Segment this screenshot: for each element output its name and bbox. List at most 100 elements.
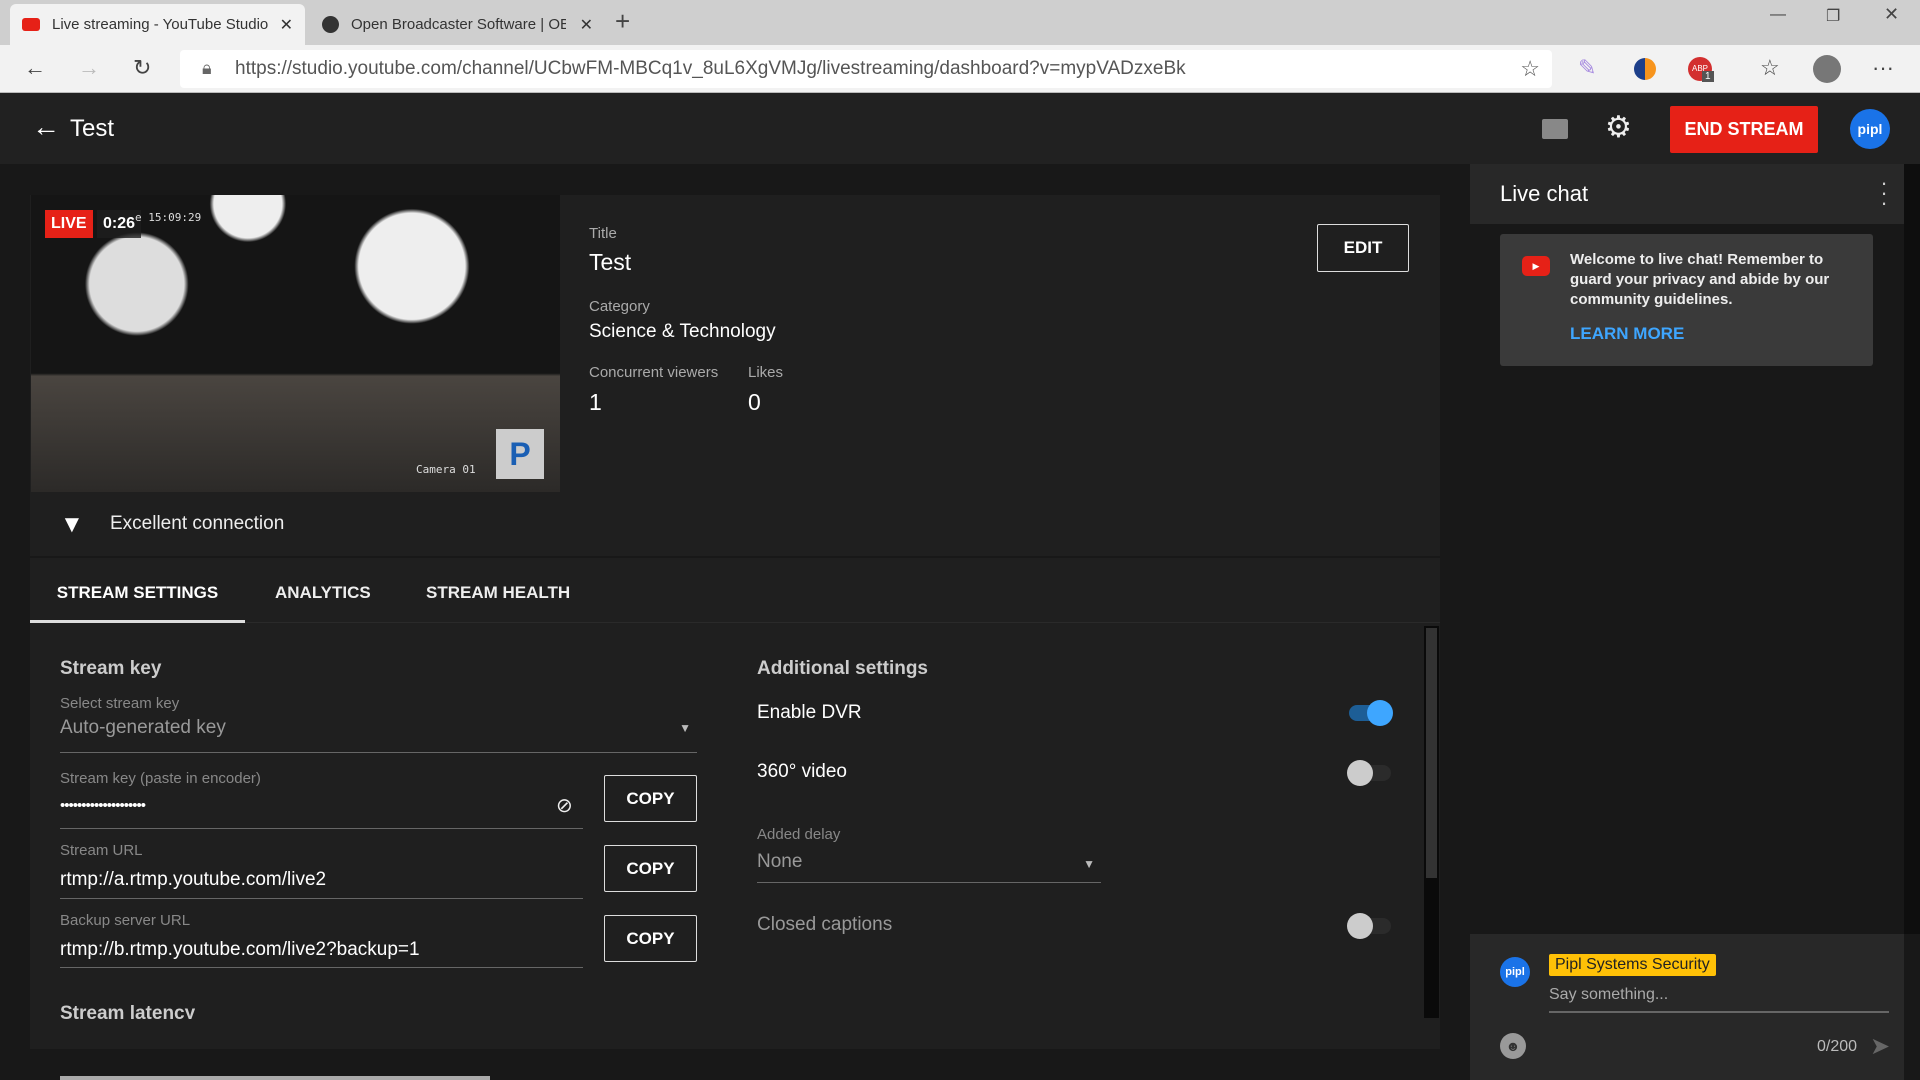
forward-icon[interactable]: → bbox=[78, 55, 100, 81]
stream-key-select[interactable]: Select stream key Auto-generated key ▼ bbox=[60, 695, 697, 753]
url-text: https://studio.youtube.com/channel/UCbwF… bbox=[235, 58, 1186, 79]
chat-title: Live chat bbox=[1500, 181, 1589, 206]
tab-stream-settings[interactable]: STREAM SETTINGS bbox=[30, 565, 245, 623]
emoji-icon[interactable]: ☻ bbox=[1500, 1033, 1526, 1059]
stream-key-field[interactable]: •••••••••••••••••••• bbox=[60, 797, 146, 814]
close-tab-icon[interactable]: ✕ bbox=[580, 15, 593, 35]
video-preview[interactable]: LIVE 0:26 e 15:09:29 Camera 01 P bbox=[31, 195, 560, 492]
welcome-text: Welcome to live chat! Remember to guard … bbox=[1570, 251, 1830, 308]
likes-label: Likes bbox=[748, 364, 784, 381]
account-avatar[interactable]: pipl bbox=[1850, 109, 1890, 149]
chat-message-input[interactable]: Say something... bbox=[1549, 986, 1668, 1004]
dvr-label: Enable DVR bbox=[757, 702, 862, 723]
watermark-logo-icon: P bbox=[496, 429, 544, 479]
stream-url-label: Stream URL bbox=[60, 842, 143, 859]
minimize-icon[interactable]: — bbox=[1770, 6, 1786, 24]
favorites-icon[interactable]: ☆ bbox=[1760, 55, 1780, 81]
close-window-icon[interactable]: ✕ bbox=[1884, 4, 1899, 25]
edit-button[interactable]: EDIT bbox=[1317, 224, 1409, 272]
author-badge: Pipl Systems Security bbox=[1549, 954, 1716, 976]
select-value: Auto-generated key bbox=[60, 717, 226, 738]
back-icon[interactable]: ← bbox=[24, 55, 46, 81]
more-vert-icon[interactable]: · · · bbox=[1880, 172, 1888, 214]
copy-stream-url-button[interactable]: COPY bbox=[604, 845, 697, 892]
profile-avatar[interactable] bbox=[1813, 55, 1841, 83]
copy-stream-key-button[interactable]: COPY bbox=[604, 775, 697, 822]
youtube-icon: ▶ bbox=[1522, 256, 1550, 276]
obs-icon bbox=[322, 16, 339, 33]
live-chat-panel: Live chat · · · ▶ Welcome to live chat! Re… bbox=[1470, 164, 1904, 1080]
chat-input-area: pipl Pipl Systems Security Say something… bbox=[1470, 934, 1904, 1080]
stream-key-label: Stream key (paste in encoder) bbox=[60, 770, 261, 787]
chat-header: Live chat · · · bbox=[1470, 164, 1904, 224]
visibility-off-icon[interactable]: ⊘ bbox=[556, 793, 573, 818]
captions-label: Closed captions bbox=[757, 914, 893, 935]
send-icon[interactable]: ➤ bbox=[1870, 1032, 1890, 1061]
backup-url-field[interactable]: rtmp://b.rtmp.youtube.com/live2?backup=1 bbox=[60, 939, 420, 961]
tab-stream-health[interactable]: STREAM HEALTH bbox=[426, 565, 570, 623]
dvr-toggle[interactable] bbox=[1347, 700, 1393, 726]
delay-select[interactable]: None ▼ bbox=[757, 847, 1101, 883]
delay-label: Added delay bbox=[757, 826, 841, 843]
char-counter: 0/200 bbox=[1817, 1038, 1858, 1055]
tab-label: Live streaming - YouTube Studio bbox=[52, 16, 269, 33]
viewers-label: Concurrent viewers bbox=[589, 364, 719, 381]
tab-obs[interactable]: Open Broadcaster Software | OBS ✕ bbox=[310, 4, 605, 45]
connection-status: Excellent connection bbox=[110, 513, 285, 534]
bottom-scroll-indicator bbox=[60, 1076, 490, 1080]
extension-icon[interactable] bbox=[1634, 58, 1656, 80]
category-value: Science & Technology bbox=[589, 321, 776, 342]
select-label: Select stream key bbox=[60, 695, 180, 712]
learn-more-link[interactable]: LEARN MORE bbox=[1570, 324, 1684, 344]
dropdown-arrow-icon: ▼ bbox=[1083, 857, 1095, 871]
tab-label: Open Broadcaster Software | OBS bbox=[351, 16, 566, 33]
stream-dashboard-panel: LIVE 0:26 e 15:09:29 Camera 01 P ▼ Excel… bbox=[30, 195, 1440, 1049]
close-tab-icon[interactable]: ✕ bbox=[280, 15, 293, 35]
category-label: Category bbox=[589, 298, 650, 315]
copy-backup-url-button[interactable]: COPY bbox=[604, 915, 697, 962]
reload-icon[interactable]: ↻ bbox=[133, 55, 151, 81]
lock-icon: 🔒︎ bbox=[202, 58, 212, 78]
browser-tab-bar: Live streaming - YouTube Studio ✕ Open B… bbox=[0, 0, 1920, 45]
live-badge: LIVE bbox=[45, 210, 93, 238]
backup-url-label: Backup server URL bbox=[60, 912, 191, 929]
settings-tabs: STREAM SETTINGS ANALYTICS STREAM HEALTH bbox=[30, 565, 1440, 623]
end-stream-button[interactable]: END STREAM bbox=[1670, 106, 1818, 153]
video360-toggle[interactable] bbox=[1347, 760, 1393, 786]
welcome-message: ▶ Welcome to live chat! Remember to guar… bbox=[1500, 234, 1873, 366]
tab-youtube-studio[interactable]: Live streaming - YouTube Studio ✕ bbox=[10, 4, 305, 45]
settings-gear-icon[interactable]: ⚙ bbox=[1605, 110, 1632, 145]
video360-label: 360° video bbox=[757, 761, 847, 782]
back-arrow-icon[interactable]: ← bbox=[32, 111, 60, 143]
captions-toggle[interactable] bbox=[1347, 913, 1393, 939]
wifi-icon: ▼ bbox=[60, 511, 84, 538]
camera-label: Camera 01 bbox=[416, 463, 476, 476]
bookmark-star-icon[interactable]: ☆ bbox=[1520, 56, 1540, 82]
adblock-badge: 1 bbox=[1702, 71, 1714, 82]
new-tab-icon[interactable]: + bbox=[615, 6, 630, 37]
scrollbar[interactable] bbox=[1424, 626, 1439, 1018]
stream-latency-heading: Stream latency bbox=[60, 1003, 196, 1019]
stream-url-field[interactable]: rtmp://a.rtmp.youtube.com/live2 bbox=[60, 869, 326, 891]
youtube-icon bbox=[22, 18, 40, 31]
address-bar-row: ← → ↻ 🔒︎ https://studio.youtube.com/chan… bbox=[0, 45, 1920, 93]
page-edge bbox=[1904, 164, 1920, 934]
tab-analytics[interactable]: ANALYTICS bbox=[275, 565, 371, 623]
stream-title: Test bbox=[589, 249, 632, 275]
page-title: Test bbox=[70, 115, 115, 142]
url-input[interactable]: 🔒︎ https://studio.youtube.com/channel/UC… bbox=[180, 50, 1552, 88]
clapperboard-icon[interactable] bbox=[1542, 119, 1568, 139]
studio-header: ← Test ⚙ END STREAM pipl bbox=[0, 93, 1920, 164]
delay-value: None bbox=[757, 851, 803, 872]
likes-count: 0 bbox=[748, 389, 761, 415]
stream-key-heading: Stream key bbox=[60, 658, 162, 679]
video-timestamp: e 15:09:29 bbox=[135, 211, 202, 224]
user-avatar: pipl bbox=[1500, 957, 1530, 987]
feather-extension-icon[interactable]: ✎ bbox=[1578, 55, 1596, 81]
restore-icon[interactable]: ❐ bbox=[1826, 6, 1840, 26]
dropdown-arrow-icon: ▼ bbox=[679, 721, 691, 735]
viewers-count: 1 bbox=[589, 389, 602, 415]
title-label: Title bbox=[589, 225, 617, 242]
additional-settings-heading: Additional settings bbox=[757, 658, 928, 679]
more-icon[interactable]: ··· bbox=[1872, 55, 1894, 81]
